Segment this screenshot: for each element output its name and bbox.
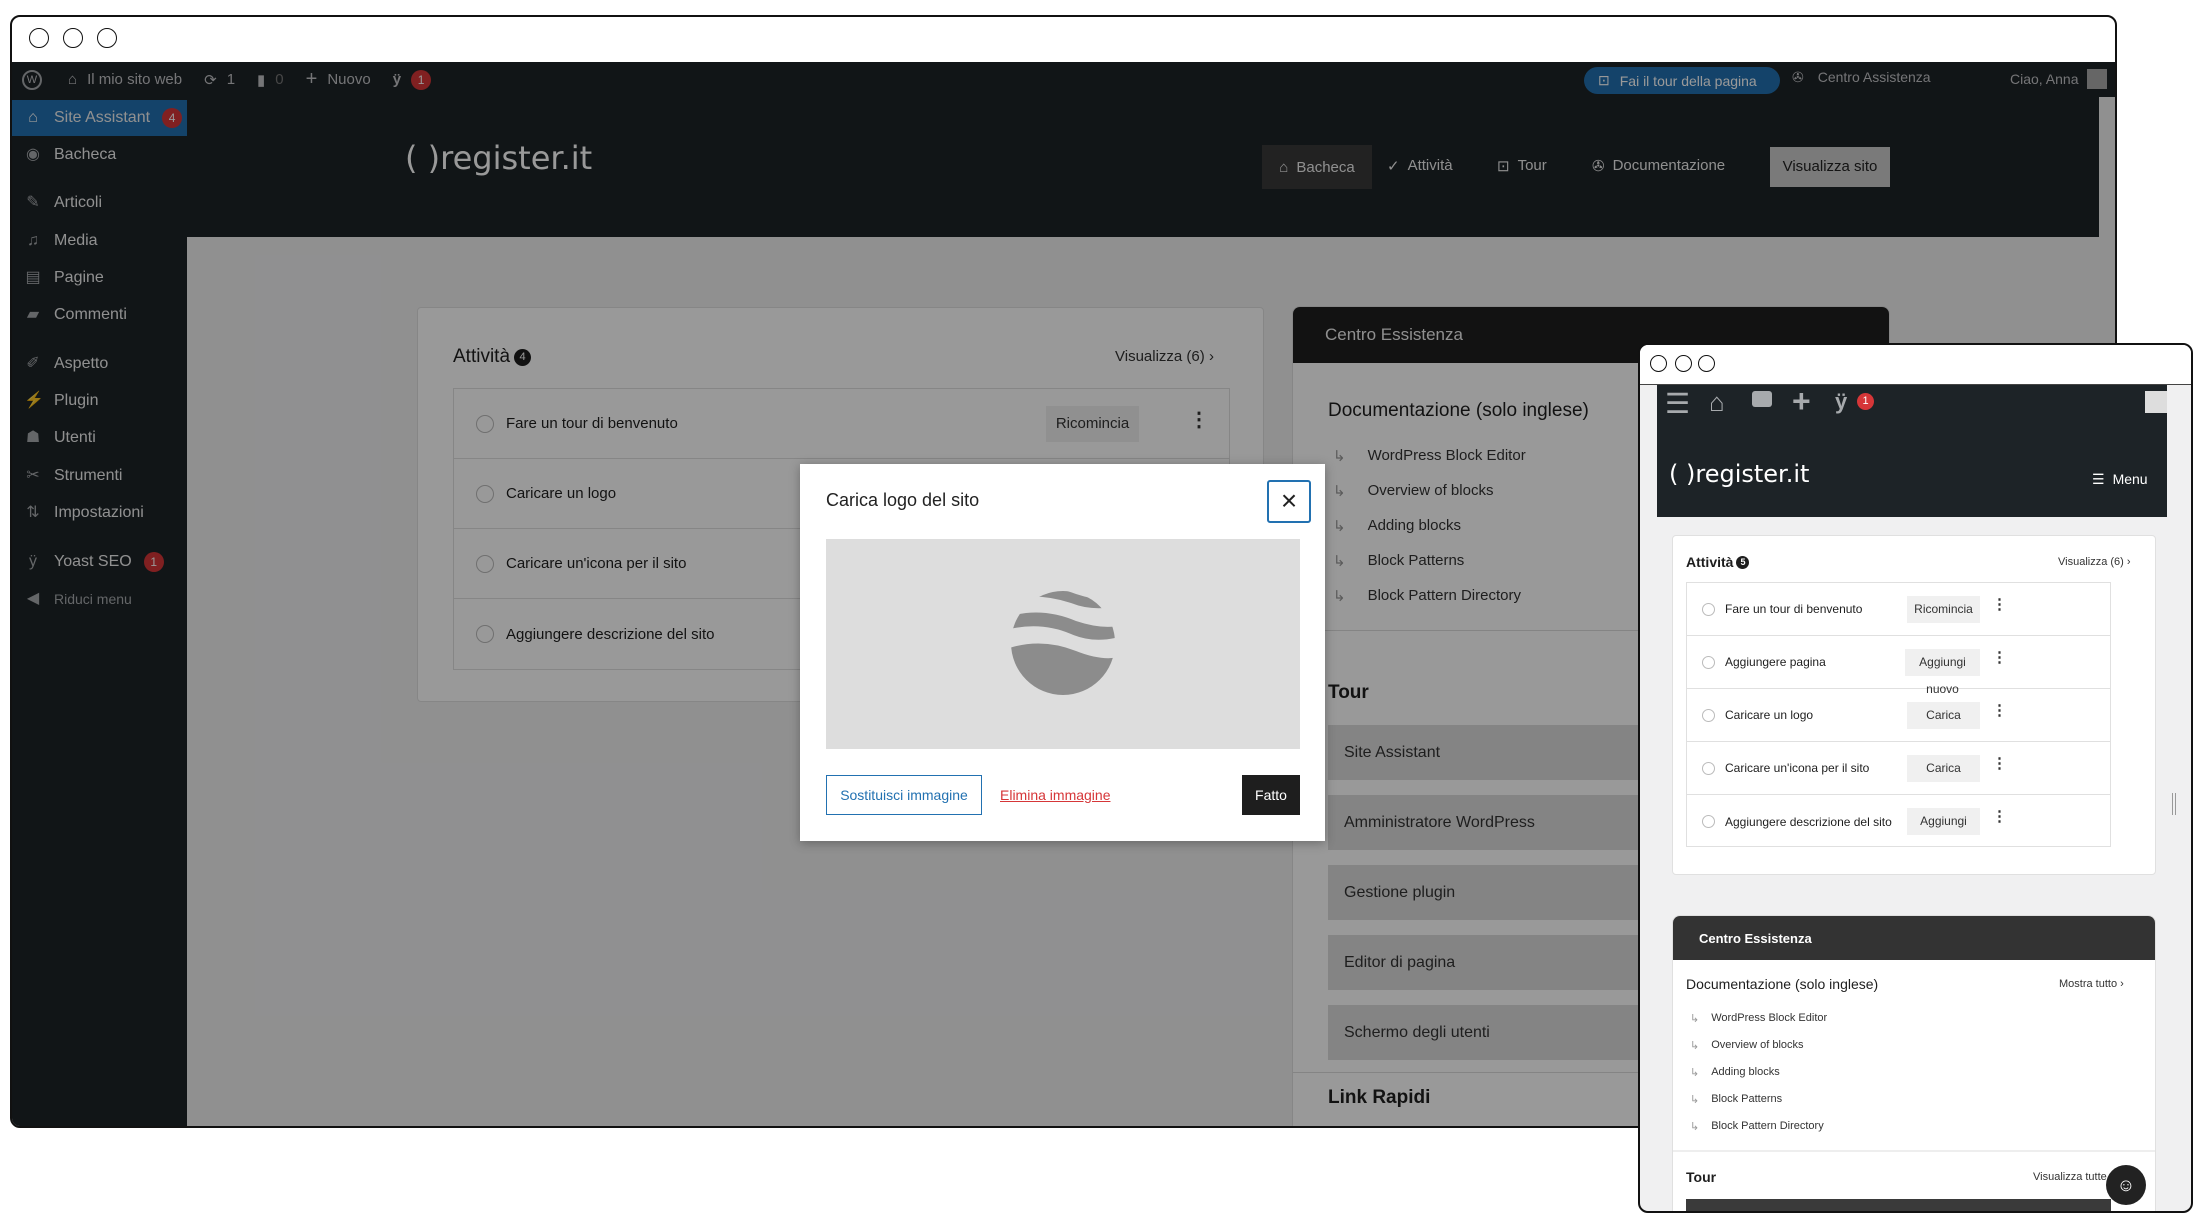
tasks-title: Attività 5 [1686,554,1750,570]
tour-view-all-link[interactable]: Visualizza tutte [2033,1171,2107,1183]
tasks-list: Fare un tour di benvenuto Ricomincia ⋮ Agg… [1686,582,2111,847]
doc-link[interactable]: ↳ Block Patterns [1690,1093,1782,1106]
window-dot[interactable] [1675,355,1692,372]
upload-button[interactable]: Carica [1907,755,1980,782]
task-row[interactable]: Caricare un'icona per il sito Carica ⋮ [1687,742,2110,795]
doc-link[interactable]: ↳ Adding blocks [1690,1066,1780,1079]
close-button[interactable]: × [1267,480,1311,523]
chevron-right-icon: › [2120,978,2124,990]
task-label: Caricare un'icona per il sito [1725,761,1870,775]
arrow-icon: ↳ [1690,1067,1700,1079]
mobile-title-bar [1640,345,2191,385]
task-row[interactable]: Fare un tour di benvenuto Ricomincia ⋮ [1687,583,2110,636]
divider [1673,1150,2155,1152]
help-center-header: Centro Essistenza [1673,916,2155,960]
window-dot[interactable] [97,28,117,48]
avatar[interactable] [2145,391,2167,413]
doc-link-label: Block Pattern Directory [1711,1120,1824,1132]
docs-title: Documentazione (solo inglese) [1686,976,1879,992]
robot-icon: ☺ [2116,1175,2136,1195]
mobile-help-center-card: Centro Essistenza Documentazione (solo i… [1672,915,2156,1211]
close-icon: × [1280,485,1298,516]
arrow-icon: ↳ [1690,1121,1700,1133]
doc-link-label: Adding blocks [1711,1066,1780,1078]
arrow-icon: ↳ [1690,1013,1700,1025]
mobile-scrollbar-handle[interactable] [2172,793,2176,815]
arrow-icon: ↳ [1690,1094,1700,1106]
task-checkbox[interactable] [1702,815,1715,828]
done-button[interactable]: Fatto [1242,775,1300,815]
mobile-window: ☰ ⌂ + ÿ 1 ( )register.it ☰ Menu Attività 5… [1638,343,2193,1213]
tour-item[interactable] [1686,1199,2111,1211]
tasks-view-all-link[interactable]: Visualizza (6) › [2058,556,2131,568]
task-checkbox[interactable] [1702,708,1715,722]
menu-label: Menu [2112,471,2148,487]
upload-logo-modal: Carica logo del sito × Sostituisci immag… [800,464,1325,841]
task-label: Caricare un logo [1725,708,1814,722]
hamburger-icon[interactable]: ☰ [1665,387,1690,420]
tasks-title-text: Attività [1686,554,1734,570]
task-label: Aggiungere descrizione del sito [1725,814,1892,829]
restart-button[interactable]: Ricomincia [1907,596,1980,623]
task-row[interactable]: Aggiungere descrizione del sito Aggiungi ⋮ [1687,795,2110,848]
mobile-tasks-card: Attività 5 Visualizza (6) › Fare un tour … [1672,535,2156,875]
task-row[interactable]: Caricare un logo Carica ⋮ [1687,689,2110,742]
show-all-link[interactable]: Mostra tutto › [2059,978,2124,990]
more-options-icon[interactable]: ⋮ [1992,648,2007,666]
home-icon[interactable]: ⌂ [1709,387,1725,418]
window-dot[interactable] [1698,355,1715,372]
window-dot[interactable] [63,28,83,48]
menu-button[interactable]: ☰ Menu [2092,471,2148,488]
chatbot-button[interactable]: ☺ [2106,1165,2146,1205]
register-logo: ( )register.it [1669,460,1810,488]
show-all-label: Mostra tutto [2059,978,2118,990]
mobile-admin-bar: ☰ ⌂ + ÿ 1 ( )register.it ☰ Menu [1657,383,2167,517]
more-options-icon[interactable]: ⋮ [1992,754,2007,772]
task-checkbox[interactable] [1702,655,1715,669]
plus-icon[interactable]: + [1792,383,1811,420]
delete-image-link[interactable]: Elimina immagine [1000,787,1110,803]
doc-link-label: Block Patterns [1711,1093,1783,1105]
doc-link-label: WordPress Block Editor [1711,1012,1828,1024]
modal-title: Carica logo del sito [826,490,980,510]
doc-link[interactable]: ↳ Overview of blocks [1690,1039,1804,1052]
add-new-button[interactable]: Aggiungi nuovo [1905,649,1980,696]
doc-link-label: Overview of blocks [1711,1039,1804,1051]
task-checkbox[interactable] [1702,602,1715,616]
upload-button[interactable]: Carica [1907,702,1980,729]
doc-link[interactable]: ↳ WordPress Block Editor [1690,1012,1827,1025]
comment-icon[interactable] [1752,391,1772,407]
task-row[interactable]: Aggiungere pagina Aggiungi nuovo ⋮ [1687,636,2110,696]
help-center-title: Centro Essistenza [1699,931,1812,946]
yoast-badge: 1 [1857,393,1874,410]
arrow-icon: ↳ [1690,1040,1700,1052]
tasks-count-badge: 5 [1736,555,1750,569]
task-label: Fare un tour di benvenuto [1725,602,1863,616]
yoast-icon[interactable]: ÿ [1835,389,1847,415]
more-options-icon[interactable]: ⋮ [1992,807,2007,825]
task-label: Aggiungere pagina [1725,655,1826,669]
more-options-icon[interactable]: ⋮ [1992,701,2007,719]
logo-image [1011,591,1115,695]
doc-link[interactable]: ↳ Block Pattern Directory [1690,1120,1824,1133]
hamburger-icon: ☰ [2092,471,2105,487]
add-button[interactable]: Aggiungi [1907,808,1980,835]
task-checkbox[interactable] [1702,761,1715,775]
chevron-right-icon: › [2126,556,2131,568]
logo-preview [826,539,1300,749]
view-all-label: Visualizza (6) [2058,556,2124,568]
window-dot[interactable] [29,28,49,48]
window-dot[interactable] [1650,355,1667,372]
tour-title: Tour [1686,1169,1717,1185]
more-options-icon[interactable]: ⋮ [1992,595,2007,613]
replace-image-button[interactable]: Sostituisci immagine [826,775,982,815]
